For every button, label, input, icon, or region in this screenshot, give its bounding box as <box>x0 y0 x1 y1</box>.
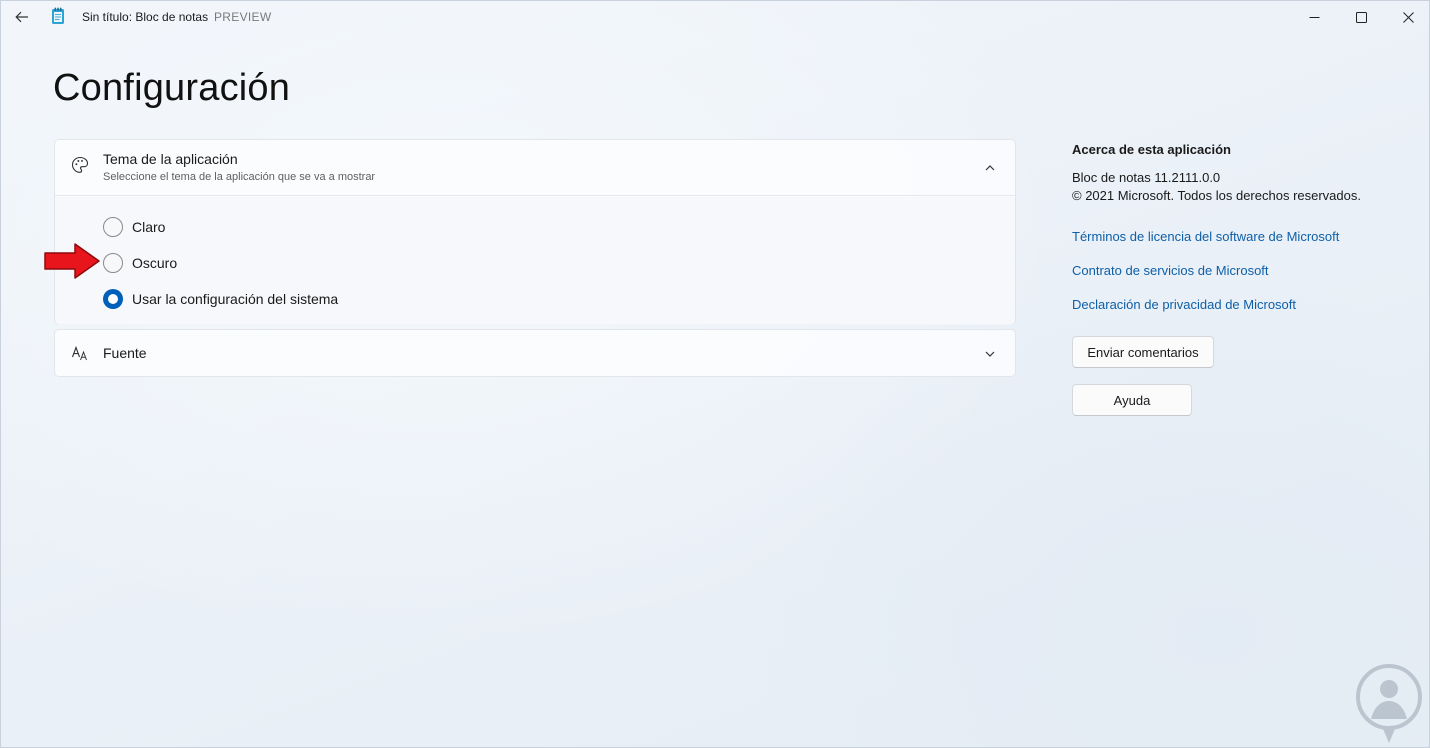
settings-window: Sin título: Bloc de notas PREVIEW Config… <box>0 0 1430 748</box>
font-title: Fuente <box>103 345 147 361</box>
back-arrow-icon <box>15 11 28 23</box>
notepad-icon <box>52 7 64 24</box>
maximize-icon <box>1355 11 1367 23</box>
about-title: Acerca de esta aplicación <box>1072 142 1231 157</box>
back-button[interactable] <box>7 5 37 29</box>
radio-system[interactable]: Usar la configuración del sistema <box>103 288 338 310</box>
theme-expander: Tema de la aplicación Seleccione el tema… <box>54 139 1016 325</box>
minimize-button[interactable] <box>1291 1 1337 33</box>
annotation-arrow-icon <box>44 243 100 279</box>
radio-label-oscuro: Oscuro <box>132 255 178 271</box>
help-button[interactable]: Ayuda <box>1072 384 1192 416</box>
close-button[interactable] <box>1385 1 1430 33</box>
theme-options: Claro Oscuro Usar la configuración del s… <box>55 197 1015 325</box>
page-title: Configuración <box>53 67 291 109</box>
radio-claro[interactable]: Claro <box>103 216 165 238</box>
services-agreement-link[interactable]: Contrato de servicios de Microsoft <box>1072 263 1269 278</box>
license-terms-link[interactable]: Términos de licencia del software de Mic… <box>1072 229 1339 244</box>
watermark-logo-icon <box>1356 664 1422 743</box>
app-version: Bloc de notas 11.2111.0.0 <box>1072 170 1221 185</box>
send-feedback-button[interactable]: Enviar comentarios <box>1072 336 1214 368</box>
chevron-down-icon[interactable] <box>983 347 997 361</box>
theme-expander-header[interactable]: Tema de la aplicación Seleccione el tema… <box>55 140 1015 196</box>
radio-button-oscuro[interactable] <box>103 253 123 273</box>
title-bar: Sin título: Bloc de notas PREVIEW <box>1 1 1429 33</box>
close-icon <box>1402 11 1414 23</box>
theme-subtitle: Seleccione el tema de la aplicación que … <box>103 171 376 183</box>
radio-button-system[interactable] <box>103 289 123 309</box>
radio-button-claro[interactable] <box>103 217 123 237</box>
radio-oscuro[interactable]: Oscuro <box>103 252 177 274</box>
window-title: Sin título: Bloc de notas <box>82 10 209 24</box>
theme-title: Tema de la aplicación <box>103 151 238 167</box>
maximize-button[interactable] <box>1338 1 1384 33</box>
palette-icon <box>71 156 89 173</box>
chevron-up-icon[interactable] <box>983 161 997 175</box>
minimize-icon <box>1309 16 1319 18</box>
radio-label-system: Usar la configuración del sistema <box>132 291 339 307</box>
preview-badge: PREVIEW <box>214 10 272 24</box>
copyright: © 2021 Microsoft. Todos los derechos res… <box>1072 188 1361 203</box>
privacy-statement-link[interactable]: Declaración de privacidad de Microsoft <box>1072 297 1296 312</box>
radio-label-claro: Claro <box>132 219 166 235</box>
font-expander[interactable]: Fuente <box>54 329 1016 377</box>
font-icon <box>71 345 87 361</box>
